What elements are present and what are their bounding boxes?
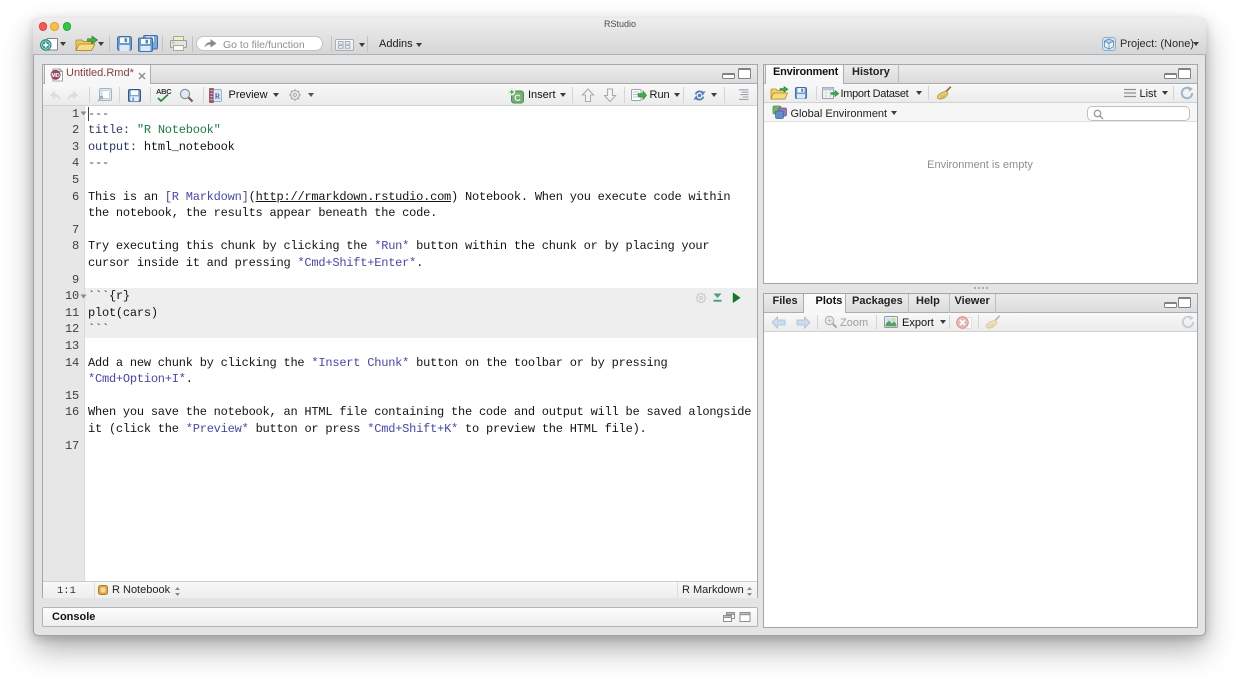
svg-text:C: C (514, 92, 521, 102)
svg-text:R: R (215, 91, 221, 100)
svg-text:MD: MD (51, 73, 59, 79)
